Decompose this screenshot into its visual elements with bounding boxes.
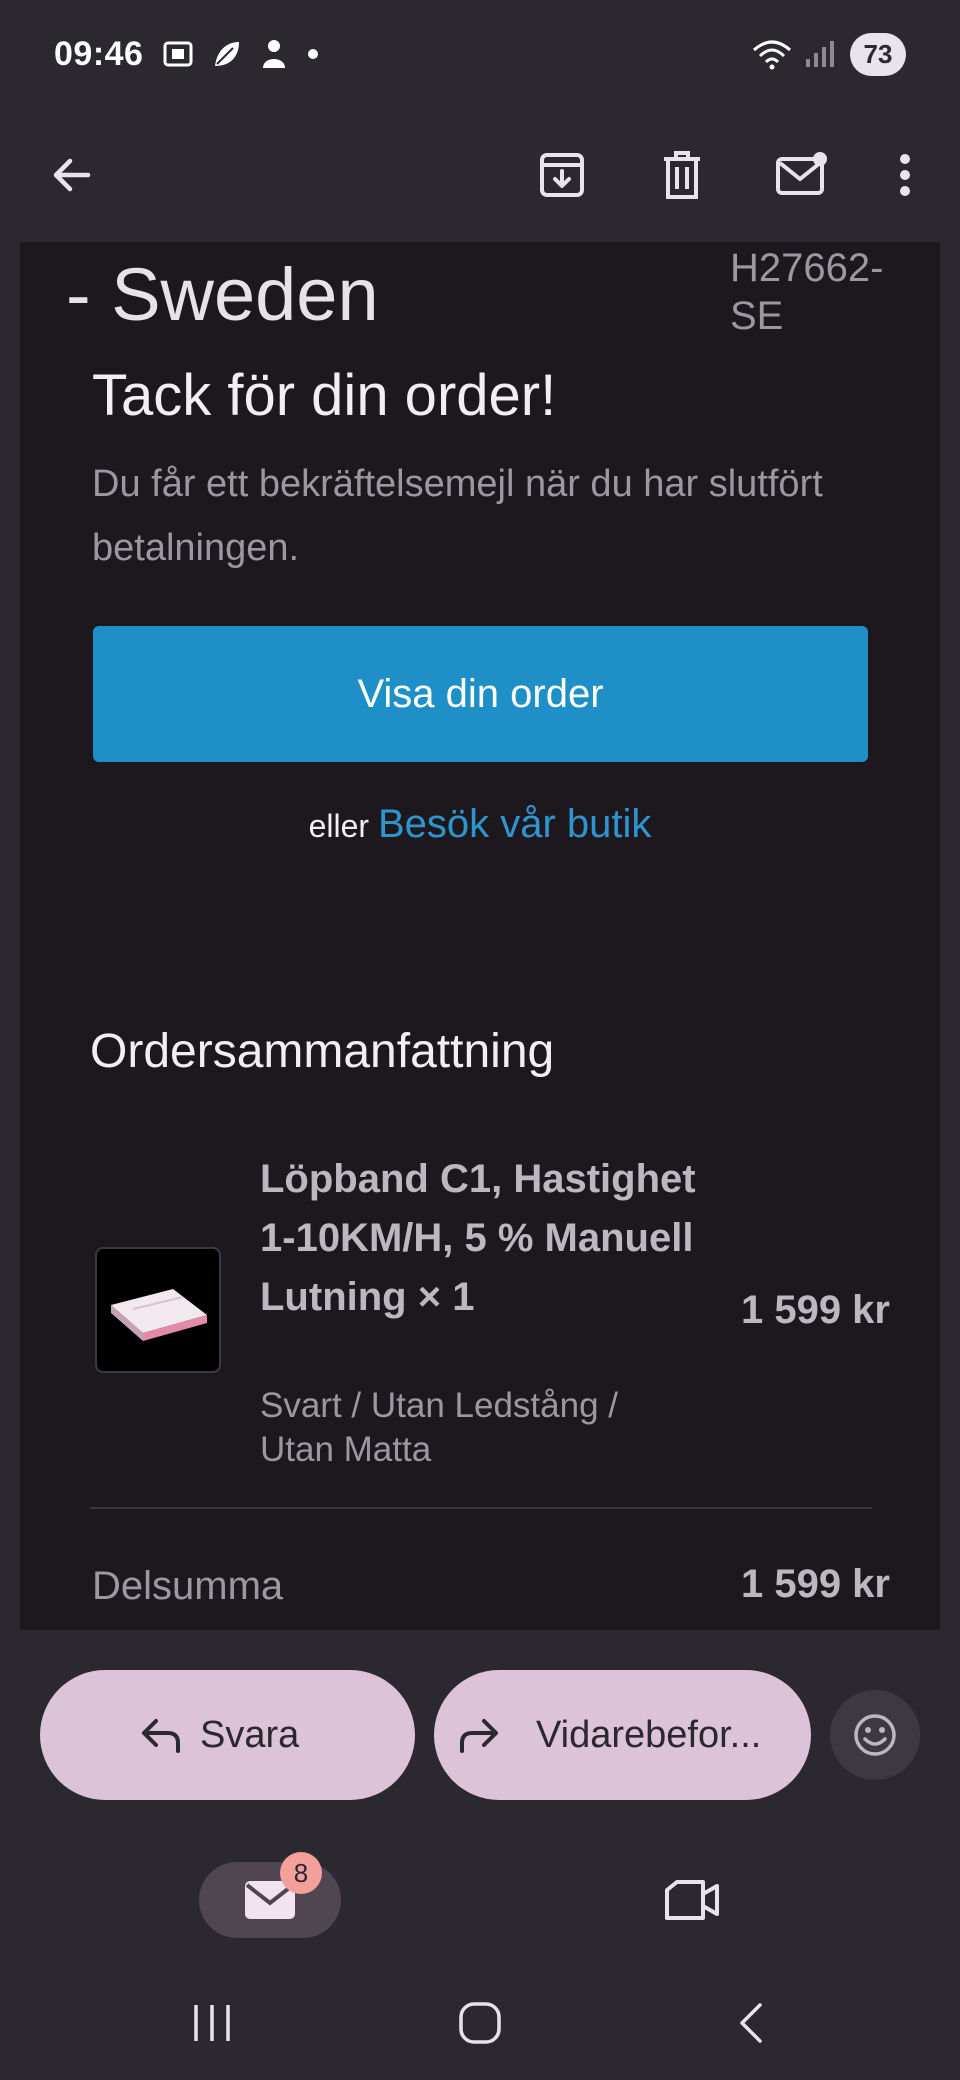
signal-icon xyxy=(806,41,834,67)
treadmill-thumbnail xyxy=(111,1289,207,1341)
notification-icons xyxy=(161,37,321,71)
view-order-button[interactable]: Visa din order xyxy=(93,626,868,762)
reply-icon xyxy=(142,1719,180,1753)
reply-bar: Svara Vidarebefor... xyxy=(0,1630,960,1840)
subtotal-label: Delsumma xyxy=(92,1564,284,1608)
reply-button[interactable]: Svara xyxy=(40,1670,415,1800)
emoji-reaction-button[interactable] xyxy=(830,1690,920,1780)
system-status: 73 xyxy=(752,32,906,76)
screenshot-icon xyxy=(163,41,193,67)
battery-indicator: 73 xyxy=(850,32,906,76)
home-button[interactable] xyxy=(450,1998,510,2048)
delete-icon xyxy=(664,151,700,199)
forward-button[interactable]: Vidarebefor... xyxy=(434,1670,811,1800)
recent-apps-button[interactable] xyxy=(182,1998,242,2048)
product-price: 1 599 kr xyxy=(740,1288,890,1332)
forward-label: Vidarebefor... xyxy=(536,1713,762,1756)
recent-apps-icon xyxy=(194,2005,230,2041)
visit-store-line: eller Besök vår butik xyxy=(20,802,940,847)
archive-button[interactable] xyxy=(530,143,594,207)
summary-divider xyxy=(90,1507,872,1509)
wifi-icon xyxy=(753,40,791,70)
smiley-icon xyxy=(854,1714,896,1756)
payment-info-text: Du får ett bekräftelsemejl när du har sl… xyxy=(92,463,823,569)
system-navigation xyxy=(0,1960,960,2080)
mark-unread-icon xyxy=(776,152,827,195)
product-image xyxy=(95,1247,221,1373)
forward-icon xyxy=(460,1719,498,1753)
status-time: 09:46 xyxy=(54,34,144,73)
visit-store-link[interactable]: Besök vår butik xyxy=(378,802,651,846)
delete-button[interactable] xyxy=(650,143,714,207)
subtotal-value: 1 599 kr xyxy=(740,1562,890,1606)
app-bar xyxy=(0,108,960,242)
mark-unread-button[interactable] xyxy=(770,143,834,207)
system-back-button[interactable] xyxy=(720,1998,780,2048)
order-summary-title: Ordersammanfattning xyxy=(90,1025,555,1078)
back-arrow-icon xyxy=(53,158,91,192)
store-name: - Sweden xyxy=(66,253,379,336)
or-text: eller xyxy=(308,808,370,844)
reply-label: Svara xyxy=(200,1713,300,1756)
order-reference: H27662-SE xyxy=(730,246,884,338)
more-options-icon xyxy=(900,154,910,196)
status-bar: 09:46 73 xyxy=(0,0,960,108)
more-options-button[interactable] xyxy=(890,143,920,207)
chevron-left-icon xyxy=(740,2003,762,2043)
unread-badge: 8 xyxy=(280,1852,322,1894)
archive-icon xyxy=(540,153,584,197)
video-camera-icon xyxy=(665,1880,719,1920)
email-content[interactable]: - Sweden H27662-SE Tack för din order! D… xyxy=(20,242,940,1630)
dot-icon xyxy=(308,49,319,59)
back-button[interactable] xyxy=(40,143,104,207)
product-name: Löpband C1, Hastighet 1-10KM/H, 5 % Manu… xyxy=(260,1157,696,1319)
bottom-navigation: 8 xyxy=(0,1840,960,1960)
home-icon xyxy=(459,2002,501,2044)
leaf-icon xyxy=(215,42,240,66)
product-variant: Svart / Utan Ledstång / Utan Matta xyxy=(260,1386,618,1469)
app-notification-icon xyxy=(263,40,286,68)
thank-you-heading: Tack för din order! xyxy=(92,363,557,428)
tab-meet[interactable] xyxy=(660,1872,724,1928)
